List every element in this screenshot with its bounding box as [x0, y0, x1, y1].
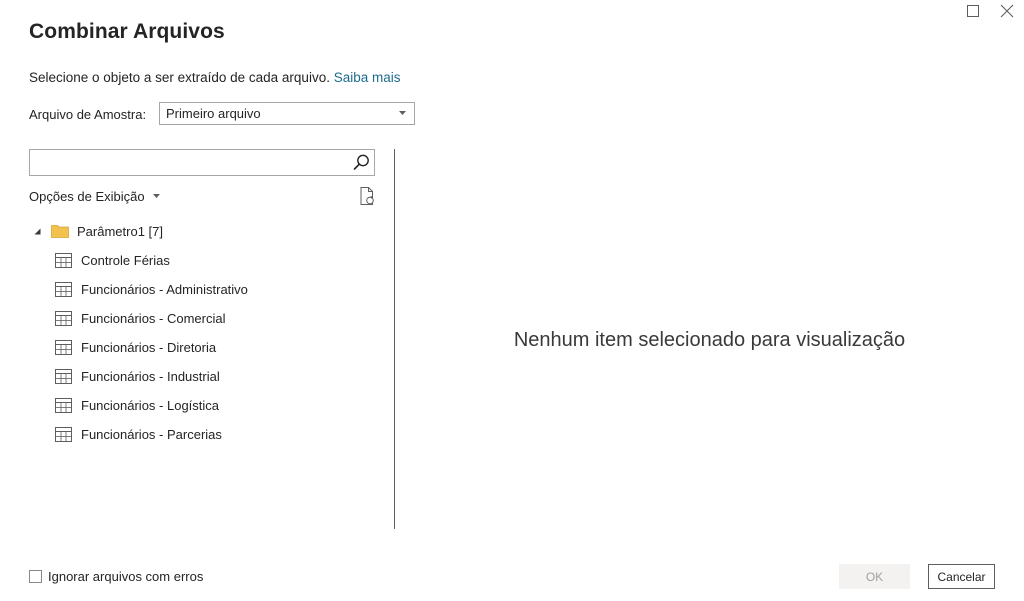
cancel-button[interactable]: Cancelar	[928, 564, 995, 589]
table-icon	[55, 281, 72, 297]
table-icon	[55, 339, 72, 355]
search-input[interactable]	[34, 153, 348, 173]
expand-toggle[interactable]	[34, 228, 44, 235]
ok-button[interactable]: OK	[839, 564, 910, 589]
maximize-button[interactable]	[964, 2, 982, 20]
tree-item[interactable]: Funcionários - Comercial	[55, 307, 226, 329]
search-icon[interactable]	[352, 153, 371, 172]
tree-item[interactable]: Controle Férias	[55, 249, 170, 271]
ignore-errors-option[interactable]: Ignorar arquivos com erros	[29, 569, 203, 584]
description-text: Selecione o objeto a ser extraído de cad…	[29, 70, 330, 85]
folder-icon	[51, 225, 69, 238]
tree-item[interactable]: Funcionários - Logística	[55, 394, 219, 416]
sample-file-dropdown[interactable]: Primeiro arquivo	[159, 102, 415, 125]
chevron-down-icon	[399, 111, 406, 115]
close-button[interactable]	[998, 2, 1016, 20]
table-icon	[55, 426, 72, 442]
search-box[interactable]	[29, 149, 375, 176]
table-icon	[55, 397, 72, 413]
sample-file-selected: Primeiro arquivo	[166, 106, 261, 121]
sample-file-label: Arquivo de Amostra:	[29, 107, 147, 122]
tree-item-label: Funcionários - Industrial	[81, 368, 220, 384]
caret-expanded-icon	[34, 228, 41, 234]
tree-item[interactable]: Funcionários - Diretoria	[55, 336, 216, 358]
tree-item[interactable]: Funcionários - Industrial	[55, 365, 220, 387]
tree-folder-label: Parâmetro1 [7]	[77, 223, 163, 239]
ignore-errors-checkbox[interactable]	[29, 570, 42, 583]
tree-item-label: Controle Férias	[81, 252, 170, 268]
dialog-title: Combinar Arquivos	[29, 20, 225, 43]
tree-folder-parametro1[interactable]: Parâmetro1 [7]	[34, 220, 163, 242]
tree-item-label: Funcionários - Logística	[81, 397, 220, 413]
learn-more-link[interactable]: Saiba mais	[334, 70, 401, 85]
chevron-down-icon	[152, 194, 160, 198]
dialog-description: Selecione o objeto a ser extraído de cad…	[29, 70, 401, 85]
maximize-icon	[967, 5, 979, 17]
preview-empty-message: Nenhum item selecionado para visualizaçã…	[513, 329, 906, 351]
tree-item-label: Funcionários - Parcerias	[81, 426, 222, 442]
tree-item[interactable]: Funcionários - Administrativo	[55, 278, 248, 300]
view-options-label: Opções de Exibição	[29, 189, 145, 204]
view-options-dropdown[interactable]: Opções de Exibição	[29, 189, 160, 204]
tree-item-label: Funcionários - Administrativo	[81, 281, 248, 297]
tree-item[interactable]: Funcionários - Parcerias	[55, 423, 222, 445]
refresh-icon[interactable]	[358, 186, 376, 206]
table-icon	[55, 368, 72, 384]
close-icon	[1000, 4, 1014, 18]
ignore-errors-label: Ignorar arquivos com erros	[48, 569, 204, 584]
tree-item-label: Funcionários - Diretoria	[81, 339, 217, 355]
table-icon	[55, 252, 72, 268]
tree-item-label: Funcionários - Comercial	[81, 310, 226, 326]
table-icon	[55, 310, 72, 326]
